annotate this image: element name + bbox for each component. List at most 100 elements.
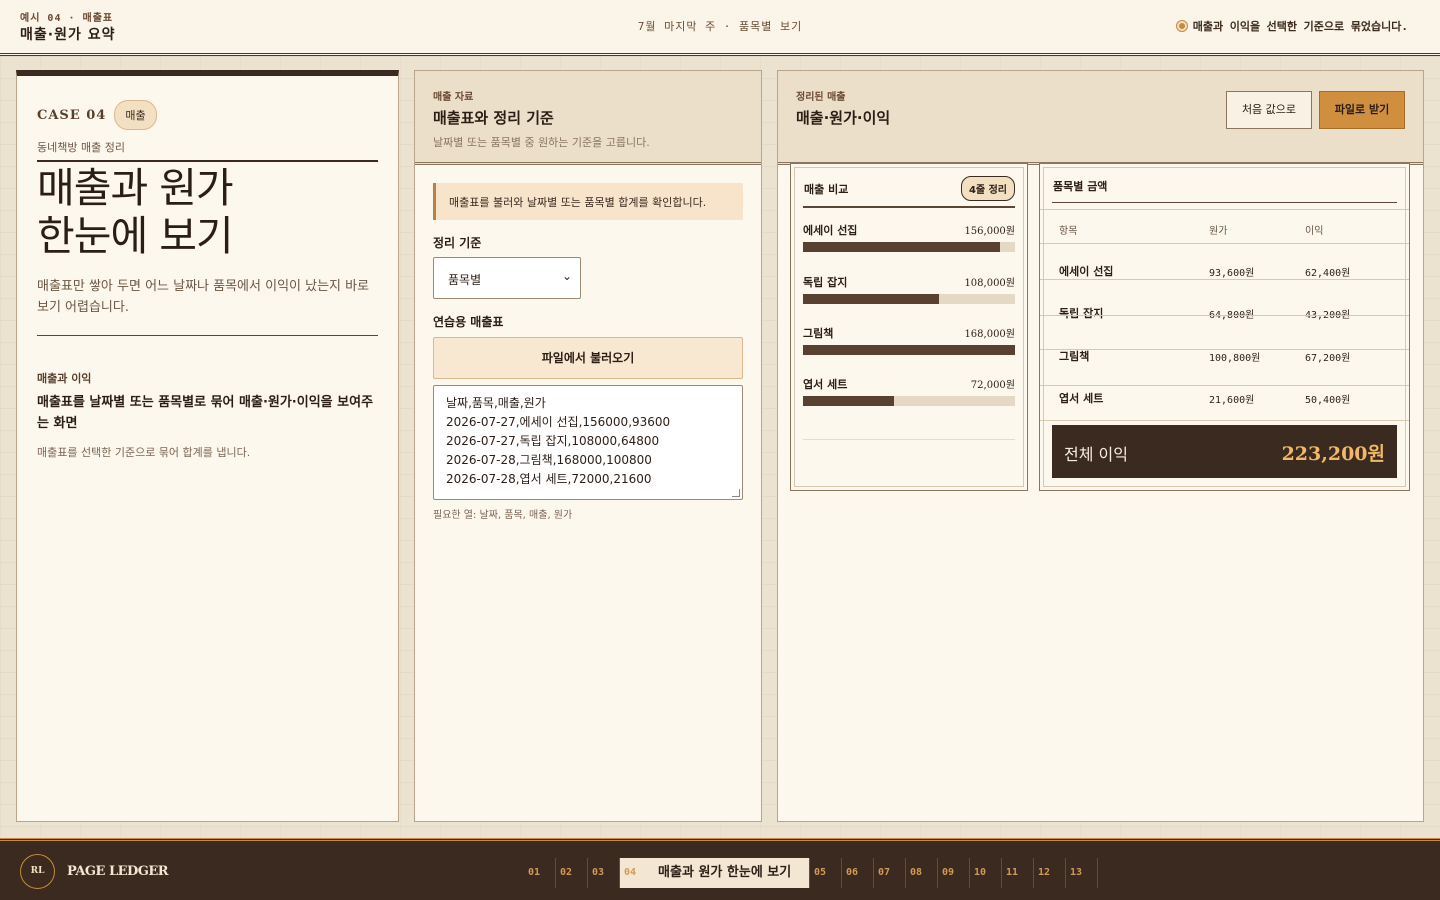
group-by-select[interactable]: 품목별 ⌄ xyxy=(433,257,581,299)
table-cell-cost: 21,600원 xyxy=(1209,395,1255,406)
page-link-03[interactable]: 03 xyxy=(588,858,620,888)
section-lead: 매출표를 날짜별 또는 품목별로 묶어 매출·원가·이익을 보여주는 화면 xyxy=(37,395,374,431)
page-link-11[interactable]: 11 xyxy=(1002,858,1034,888)
page-number: 11 xyxy=(1006,867,1019,878)
result-panel: 정리된 매출 매출·원가·이익 처음 값으로 파일로 받기 매출 비교 4줄 정… xyxy=(777,70,1424,822)
bar-fill xyxy=(803,345,1015,355)
required-columns-hint: 필요한 열: 날짜, 품목, 매출, 원가 xyxy=(433,510,573,521)
status-message: 매출과 이익을 선택한 기준으로 묶었습니다. xyxy=(1176,18,1408,34)
bar-label: 엽서 세트 xyxy=(803,378,848,391)
page-link-01[interactable]: 01 xyxy=(524,858,556,888)
bar-fill xyxy=(803,396,894,406)
status-text: 매출과 이익을 선택한 기준으로 묶었습니다. xyxy=(1192,20,1408,33)
page-number: 08 xyxy=(910,867,923,878)
table-cell-cost: 93,600원 xyxy=(1209,268,1255,279)
intro-panel: CASE 04 매출 동네책방 매출 정리 매출과 원가 한눈에 보기 매출표만… xyxy=(16,70,399,822)
case-label: CASE 04 xyxy=(37,107,107,123)
bar-track xyxy=(803,345,1015,355)
table-cell-profit: 43,200원 xyxy=(1305,310,1351,321)
top-bar: 예시 04 · 매출표 매출·원가 요약 7월 마지막 주 · 품목별 보기 매… xyxy=(0,0,1440,56)
group-by-value: 품목별 xyxy=(448,273,482,287)
panel-title: 매출·원가·이익 xyxy=(796,109,891,127)
page-link-02[interactable]: 02 xyxy=(556,858,588,888)
bar-track xyxy=(803,396,1015,406)
page-number: 07 xyxy=(878,867,891,878)
sales-comparison-card: 매출 비교 4줄 정리 에세이 선집 156,000원 독립 잡지 108,00… xyxy=(790,163,1028,491)
page-navigation: 01 02 03 04 매출과 원가 한눈에 보기 05 06 07 08 09 10 11 12 13 xyxy=(524,858,1098,888)
table-cell-name: 독립 잡지 xyxy=(1059,307,1104,320)
chevron-down-icon: ⌄ xyxy=(561,269,572,283)
divider xyxy=(37,160,378,162)
table-cell-cost: 100,800원 xyxy=(1209,353,1261,364)
card-title: 품목별 금액 xyxy=(1053,180,1108,193)
hero-line-1: 매출과 원가 xyxy=(37,164,234,212)
intro-description: 매출표만 쌓아 두면 어느 날짜나 품목에서 이익이 났는지 바로 보기 어렵습… xyxy=(37,279,370,315)
bar-value: 156,000원 xyxy=(964,226,1015,237)
bar-label: 에세이 선집 xyxy=(803,224,858,237)
page-number: 04 xyxy=(624,867,637,878)
panel-subtitle: 날짜별 또는 품목별 중 원하는 기준을 고릅니다. xyxy=(433,136,650,149)
page-link-08[interactable]: 08 xyxy=(906,858,938,888)
page-number: 02 xyxy=(560,867,573,878)
card-title: 매출 비교 xyxy=(804,183,849,196)
divider xyxy=(803,439,1015,440)
page-number: 10 xyxy=(974,867,987,878)
download-button[interactable]: 파일로 받기 xyxy=(1319,91,1405,129)
bar-label: 독립 잡지 xyxy=(803,276,848,289)
page-number: 01 xyxy=(528,867,541,878)
divider xyxy=(803,206,1015,208)
total-label: 전체 이익 xyxy=(1064,445,1128,464)
brand-name: PAGE LEDGER xyxy=(67,864,169,879)
page-number: 12 xyxy=(1038,867,1051,878)
case-header: CASE 04 매출 xyxy=(37,100,157,130)
page-link-09[interactable]: 09 xyxy=(938,858,970,888)
table-cell-profit: 62,400원 xyxy=(1305,268,1351,279)
bar-label: 그림책 xyxy=(803,327,834,340)
section-kicker: 매출과 이익 xyxy=(37,372,92,385)
resize-handle-icon[interactable] xyxy=(732,489,740,497)
column-header: 항목 xyxy=(1059,226,1078,237)
page-link-04[interactable]: 04 매출과 원가 한눈에 보기 xyxy=(620,858,810,888)
bar-value: 168,000원 xyxy=(964,329,1015,340)
csv-textarea[interactable]: 날짜,품목,매출,원가 2026-07-27,에세이 선집,156000,936… xyxy=(433,385,743,500)
status-dot-icon xyxy=(1176,21,1187,31)
page-link-10[interactable]: 10 xyxy=(970,858,1002,888)
case-pill: 매출 xyxy=(114,100,157,130)
item-amount-card: 품목별 금액 항목 원가 이익 에세이 선집 93,600원 62,400원 독… xyxy=(1039,163,1410,491)
result-panel-header: 정리된 매출 매출·원가·이익 처음 값으로 파일로 받기 xyxy=(778,71,1423,165)
logo: RL xyxy=(20,854,55,889)
info-notice: 매출표를 불러와 날짜별 또는 품목별 합계를 확인합니다. xyxy=(433,183,743,220)
load-file-button[interactable]: 파일에서 불러오기 xyxy=(433,337,743,379)
page-link-06[interactable]: 06 xyxy=(842,858,874,888)
row-count-badge: 4줄 정리 xyxy=(960,176,1015,201)
reset-button[interactable]: 처음 값으로 xyxy=(1226,91,1312,129)
csv-line: 2026-07-28,엽서 세트,72000,21600 xyxy=(446,472,652,486)
bar-fill xyxy=(803,294,940,304)
page-link-05[interactable]: 05 xyxy=(810,858,842,888)
input-panel-header: 매출 자료 매출표와 정리 기준 날짜별 또는 품목별 중 원하는 기준을 고릅… xyxy=(415,71,761,165)
table-cell-name: 에세이 선집 xyxy=(1059,265,1114,278)
bar-value: 72,000원 xyxy=(970,380,1015,391)
table-cell-name: 그림책 xyxy=(1059,350,1090,363)
page-link-07[interactable]: 07 xyxy=(874,858,906,888)
divider xyxy=(37,335,378,336)
panel-title: 매출표와 정리 기준 xyxy=(433,109,554,127)
bar-value: 108,000원 xyxy=(964,278,1015,289)
hero-line-2: 한눈에 보기 xyxy=(37,212,234,260)
divider xyxy=(1052,202,1397,203)
panel-kicker: 매출 자료 xyxy=(433,92,474,103)
group-by-label: 정리 기준 xyxy=(433,236,482,250)
page-link-13[interactable]: 13 xyxy=(1066,858,1098,888)
sample-label: 연습용 매출표 xyxy=(433,315,504,329)
table-cell-profit: 67,200원 xyxy=(1305,353,1351,364)
total-value: 223,200원 xyxy=(1281,443,1385,465)
footer: RL PAGE LEDGER 01 02 03 04 매출과 원가 한눈에 보기 05 06… xyxy=(0,838,1440,900)
table-cell-name: 엽서 세트 xyxy=(1059,392,1104,405)
csv-line: 날짜,품목,매출,원가 xyxy=(446,396,546,410)
page-link-12[interactable]: 12 xyxy=(1034,858,1066,888)
bar-fill xyxy=(803,242,1000,252)
column-header: 원가 xyxy=(1209,226,1228,237)
page-number: 13 xyxy=(1070,867,1083,878)
hero-heading: 매출과 원가 한눈에 보기 xyxy=(37,164,377,260)
total-profit-box: 전체 이익 223,200원 xyxy=(1052,425,1397,478)
